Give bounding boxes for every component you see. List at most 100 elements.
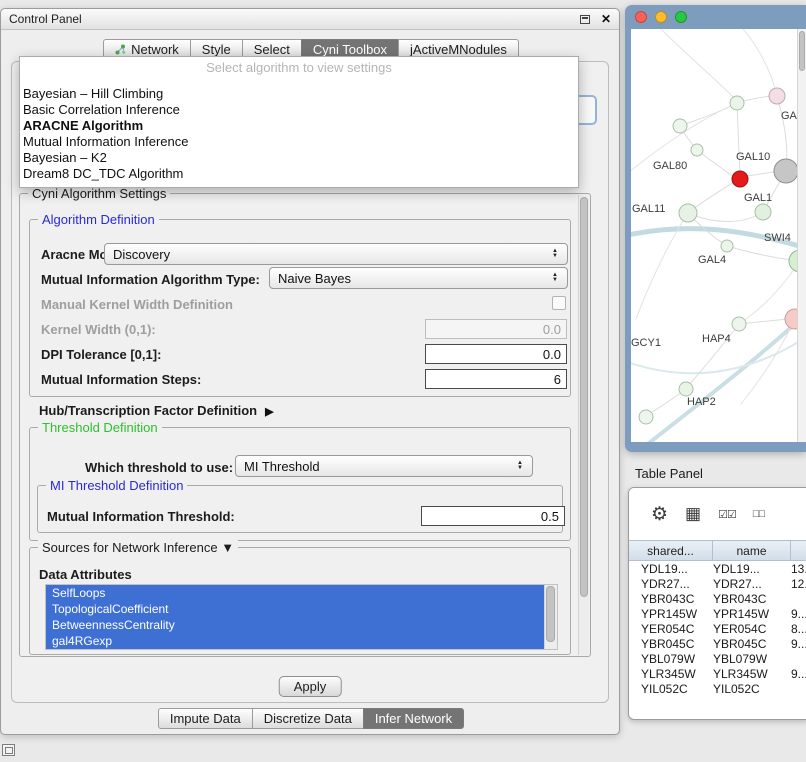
float-window-icon[interactable] bbox=[580, 15, 590, 24]
table-row[interactable]: YDR27...YDR27...12... bbox=[629, 577, 806, 592]
table-cell[interactable]: YER054C bbox=[641, 622, 713, 637]
table-cell[interactable]: YPR145W bbox=[713, 607, 791, 622]
algorithm-option[interactable]: Dream8 DC_TDC Algorithm bbox=[20, 166, 578, 182]
tab-discretize-data[interactable]: Discretize Data bbox=[252, 708, 364, 729]
column-header[interactable]: shared... bbox=[629, 541, 713, 560]
table-row[interactable]: YER054CYER054C8... bbox=[629, 622, 806, 637]
algorithm-option[interactable]: Basic Correlation Inference bbox=[20, 102, 578, 118]
network-canvas[interactable]: GALGAL80GAL10GAL11GAL1SWI4GAL4GCY1HAP4HA… bbox=[631, 29, 806, 442]
network-edge[interactable] bbox=[661, 29, 735, 99]
attributes-scrollbar-thumb[interactable] bbox=[546, 586, 555, 642]
table-cell[interactable] bbox=[791, 592, 806, 607]
table-cell[interactable]: YDR27... bbox=[713, 577, 791, 592]
control-panel-titlebar[interactable]: Control Panel ✕ bbox=[1, 9, 619, 30]
network-edge[interactable] bbox=[697, 150, 732, 176]
zoom-traffic-light-icon[interactable] bbox=[675, 11, 687, 23]
algorithm-option[interactable]: ARACNE Algorithm bbox=[20, 118, 578, 134]
table-cell[interactable]: YER054C bbox=[713, 622, 791, 637]
sources-group-title[interactable]: Sources for Network Inference ▼ bbox=[38, 540, 238, 555]
network-node[interactable] bbox=[774, 159, 798, 183]
table-cell[interactable]: 8... bbox=[791, 622, 806, 637]
table-cell[interactable]: YLR345W bbox=[641, 667, 713, 682]
table-cell[interactable]: YBR043C bbox=[641, 592, 713, 607]
table-cell[interactable]: 12... bbox=[791, 577, 806, 592]
table-cell[interactable]: 9... bbox=[791, 607, 806, 622]
mi-type-select[interactable]: Naive Bayes bbox=[269, 267, 568, 289]
network-scrollbar[interactable] bbox=[797, 29, 806, 442]
table-cell[interactable]: YPR145W bbox=[641, 607, 713, 622]
network-node[interactable] bbox=[730, 96, 744, 110]
table-cell[interactable]: YBR043C bbox=[713, 592, 791, 607]
data-attributes-list[interactable]: SelfLoopsTopologicalCoefficientBetweenne… bbox=[45, 584, 558, 650]
settings-icon[interactable]: ⚙ bbox=[651, 503, 668, 526]
network-node[interactable] bbox=[679, 204, 697, 222]
network-node[interactable] bbox=[732, 171, 748, 187]
attributes-scrollbar[interactable] bbox=[544, 585, 557, 649]
minimize-traffic-light-icon[interactable] bbox=[655, 11, 667, 23]
network-edge[interactable] bbox=[680, 103, 737, 126]
attribute-item[interactable]: SelfLoops bbox=[46, 585, 544, 601]
expand-right-icon[interactable]: ▶ bbox=[265, 406, 273, 418]
table-cell[interactable]: YBR045C bbox=[713, 637, 791, 652]
table-row[interactable]: YBR043CYBR043C bbox=[629, 592, 806, 607]
table-cell[interactable]: 13... bbox=[791, 562, 806, 577]
mi-threshold-field[interactable] bbox=[421, 506, 565, 526]
columns-icon[interactable]: ▦ bbox=[685, 504, 701, 524]
settings-scrollbar[interactable] bbox=[578, 195, 589, 655]
which-threshold-select[interactable]: MI Threshold bbox=[235, 455, 533, 477]
close-traffic-light-icon[interactable] bbox=[635, 11, 647, 23]
network-node[interactable] bbox=[691, 144, 703, 156]
aracne-mode-select[interactable]: Discovery bbox=[104, 243, 568, 265]
attribute-item[interactable]: gal4RGexp bbox=[46, 633, 544, 649]
network-node[interactable] bbox=[769, 88, 785, 104]
network-node[interactable] bbox=[639, 410, 653, 424]
table-cell[interactable]: YDR27... bbox=[641, 577, 713, 592]
table-row[interactable]: YBL079WYBL079W bbox=[629, 652, 806, 667]
table-row[interactable]: YLR345WYLR345W9... bbox=[629, 667, 806, 682]
kernel-width-field[interactable] bbox=[425, 319, 567, 339]
column-header[interactable]: name bbox=[713, 541, 791, 560]
algorithm-option[interactable]: Bayesian – K2 bbox=[20, 150, 578, 166]
table-cell[interactable] bbox=[791, 652, 806, 667]
close-icon[interactable]: ✕ bbox=[601, 14, 611, 24]
table-cell[interactable]: YIL052C bbox=[713, 682, 791, 697]
table-cell[interactable]: YBL079W bbox=[641, 652, 713, 667]
mi-steps-field[interactable] bbox=[425, 369, 567, 389]
table-cell[interactable]: 9... bbox=[791, 667, 806, 682]
table-cell[interactable]: YDL19... bbox=[713, 562, 791, 577]
table-row[interactable]: YPR145WYPR145W9... bbox=[629, 607, 806, 622]
column-header[interactable] bbox=[791, 541, 806, 560]
attribute-item[interactable]: TopologicalCoefficient bbox=[46, 601, 544, 617]
network-window-titlebar[interactable] bbox=[625, 5, 806, 29]
select-all-icon[interactable]: ☑☑ bbox=[718, 508, 736, 521]
collapse-down-icon[interactable]: ▼ bbox=[221, 540, 234, 555]
network-edge[interactable] bbox=[727, 246, 793, 260]
restore-panel-icon[interactable] bbox=[2, 744, 15, 756]
network-edge[interactable] bbox=[743, 29, 777, 96]
attribute-item[interactable]: BetweennessCentrality bbox=[46, 617, 544, 633]
table-row[interactable]: YIL052CYIL052C bbox=[629, 682, 806, 697]
table-cell[interactable]: YLR345W bbox=[713, 667, 791, 682]
network-node[interactable] bbox=[679, 382, 693, 396]
manual-kernel-checkbox[interactable] bbox=[552, 296, 566, 310]
tab-impute-data[interactable]: Impute Data bbox=[158, 708, 253, 729]
table-cell[interactable] bbox=[791, 682, 806, 697]
network-node[interactable] bbox=[755, 204, 771, 220]
clear-selection-icon[interactable]: □□ bbox=[753, 508, 764, 520]
settings-scrollbar-thumb[interactable] bbox=[580, 197, 588, 597]
table-cell[interactable]: YDL19... bbox=[641, 562, 713, 577]
apply-button[interactable]: Apply bbox=[279, 676, 342, 697]
table-row[interactable]: YBR045CYBR045C9... bbox=[629, 637, 806, 652]
network-node[interactable] bbox=[673, 119, 687, 133]
tab-infer-network[interactable]: Infer Network bbox=[363, 708, 464, 729]
dpi-tolerance-field[interactable] bbox=[425, 344, 567, 364]
table-cell[interactable]: 9... bbox=[791, 637, 806, 652]
table-cell[interactable]: YBL079W bbox=[713, 652, 791, 667]
table-cell[interactable]: YIL052C bbox=[641, 682, 713, 697]
table-cell[interactable]: YBR045C bbox=[641, 637, 713, 652]
hub-section-header[interactable]: Hub/Transcription Factor Definition▶ bbox=[39, 403, 274, 418]
network-node[interactable] bbox=[721, 240, 733, 252]
table-row[interactable]: YDL19...YDL19...13... bbox=[629, 562, 806, 577]
network-scrollbar-thumb[interactable] bbox=[799, 31, 805, 71]
network-node[interactable] bbox=[732, 317, 746, 331]
